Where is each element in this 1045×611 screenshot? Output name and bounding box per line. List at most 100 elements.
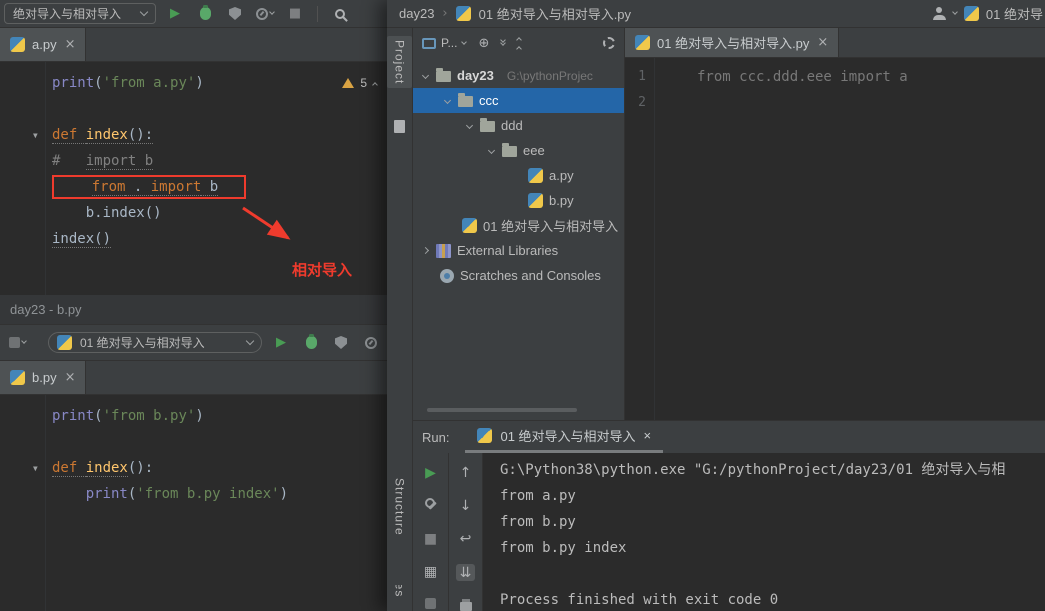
tree-row[interactable]: ccc bbox=[413, 88, 624, 113]
tab-b-py[interactable]: b.py × bbox=[0, 361, 87, 394]
run-config-label[interactable]: 01 绝对导 bbox=[986, 4, 1043, 23]
tree-row[interactable]: day23 G:\pythonProjec bbox=[413, 63, 624, 88]
code-line: from ccc.ddd.eee import a bbox=[697, 69, 908, 85]
chevron-right-icon[interactable] bbox=[421, 246, 430, 255]
run-config-select-2[interactable]: 01 绝对导入与相对导入 bbox=[48, 332, 262, 353]
close-tab-icon[interactable]: × bbox=[65, 37, 76, 52]
console-toolbar: ↑ ↓ ↩ ⇊ bbox=[449, 453, 483, 611]
tree-row[interactable]: a.py bbox=[413, 163, 624, 188]
run-panel-header: Run: 01 绝对导入与相对导入 × bbox=[413, 421, 1045, 453]
inspections-widget[interactable]: 5 bbox=[342, 70, 378, 96]
debug-button[interactable] bbox=[300, 332, 322, 354]
chevron-down-icon[interactable] bbox=[421, 71, 430, 80]
rerun-button[interactable]: ▶ bbox=[425, 465, 436, 480]
run-tab[interactable]: 01 绝对导入与相对导入 × bbox=[465, 421, 664, 453]
tool-window-project-button[interactable]: Project bbox=[387, 36, 412, 89]
editor-tab-bar: 01 绝对导入与相对导入.py × bbox=[625, 28, 1045, 58]
soft-wrap-button[interactable]: ↩ bbox=[460, 531, 472, 546]
up-stacktrace-button[interactable]: ↑ bbox=[460, 465, 472, 480]
horizontal-scrollbar[interactable] bbox=[427, 408, 590, 412]
fold-marker: ▾ bbox=[31, 128, 39, 142]
project-strip-label: Project bbox=[392, 40, 407, 85]
chevron-down-icon[interactable] bbox=[952, 9, 958, 15]
user-icon[interactable] bbox=[932, 7, 946, 20]
python-file-icon bbox=[635, 35, 650, 50]
editor-area: 01 绝对导入与相对导入.py × 12 from ccc.ddd.eee im… bbox=[625, 28, 1045, 420]
stop-icon: ■ bbox=[423, 531, 438, 547]
window-title: day23 - b.py bbox=[0, 295, 389, 325]
chevron-down-icon[interactable] bbox=[465, 121, 474, 130]
profiler-button[interactable] bbox=[254, 3, 276, 25]
code-area[interactable]: print('from b.py') def index(): print('fr… bbox=[46, 395, 389, 611]
code-line: from . import b bbox=[52, 174, 389, 200]
chevron-down-icon bbox=[245, 336, 255, 346]
editor-gutter[interactable]: ▾ bbox=[0, 395, 46, 611]
code-area[interactable]: from ccc.ddd.eee import a bbox=[655, 58, 1045, 420]
locate-file-button[interactable]: ⊕ bbox=[478, 37, 489, 50]
fold-marker bbox=[0, 148, 39, 174]
chevron-down-icon[interactable] bbox=[487, 146, 496, 155]
print-button[interactable] bbox=[459, 599, 472, 611]
tree-row[interactable]: b.py bbox=[413, 188, 624, 213]
tree-row[interactable]: External Libraries bbox=[413, 238, 624, 263]
close-tab-icon[interactable]: × bbox=[644, 428, 652, 443]
tree-row[interactable]: eee bbox=[413, 138, 624, 163]
python-file-icon bbox=[477, 428, 493, 443]
coverage-button[interactable] bbox=[224, 3, 246, 25]
favorites-strip-label: Favorites bbox=[393, 585, 407, 611]
folder-icon bbox=[458, 93, 473, 107]
run-button[interactable]: ▶ bbox=[164, 3, 186, 25]
breadcrumb-file[interactable]: 01 绝对导入与相对导入.py bbox=[479, 4, 631, 23]
stop-icon: ■ bbox=[288, 6, 302, 21]
breadcrumb-project[interactable]: day23 bbox=[399, 6, 434, 21]
run-config-select[interactable]: 绝对导入与相对导入 bbox=[4, 3, 156, 24]
close-tab-icon[interactable]: × bbox=[817, 35, 828, 50]
run-controls-toolbar: ▶ ■ ▦ bbox=[413, 453, 449, 611]
tree-row[interactable]: Scratches and Consoles bbox=[413, 263, 624, 288]
tab-main-file[interactable]: 01 绝对导入与相对导入.py × bbox=[625, 28, 840, 57]
editor-a-py[interactable]: ▾ print('from a.py') def index(): # impor… bbox=[0, 62, 389, 295]
tree-row[interactable]: 01 绝对导入与相对导入 bbox=[413, 213, 624, 238]
down-stacktrace-button[interactable]: ↓ bbox=[460, 498, 472, 513]
scroll-to-end-button[interactable]: ⇊ bbox=[455, 564, 476, 581]
coverage-button[interactable] bbox=[330, 332, 352, 354]
project-tree[interactable]: day23 G:\pythonProjec ccc ddd eee a.py b.py 01 … bbox=[413, 58, 624, 420]
profiler-button[interactable] bbox=[360, 332, 382, 354]
run-button[interactable]: ▶ bbox=[270, 332, 292, 354]
search-button[interactable] bbox=[329, 3, 351, 25]
debug-button[interactable] bbox=[194, 3, 216, 25]
tree-item-label: day23 bbox=[457, 68, 494, 83]
modify-run-button[interactable] bbox=[425, 498, 437, 513]
up-arrow-icon: ↑ bbox=[459, 465, 472, 481]
collapse-all-button[interactable] bbox=[516, 35, 523, 52]
commit-tool-icon[interactable] bbox=[394, 120, 405, 133]
editor-gutter[interactable]: ▾ bbox=[0, 62, 46, 295]
scrollbar-thumb[interactable] bbox=[427, 408, 577, 412]
tree-item-label: a.py bbox=[549, 168, 574, 183]
close-tab-icon[interactable]: × bbox=[65, 370, 76, 385]
expand-all-button[interactable] bbox=[500, 37, 507, 46]
editor-b-py[interactable]: ▾ print('from b.py') def index(): print('… bbox=[0, 395, 389, 611]
tool-window-structure-button[interactable]: Structure bbox=[387, 478, 412, 536]
fold-marker bbox=[0, 481, 39, 507]
stop-button[interactable]: ■ bbox=[284, 3, 306, 25]
console-output[interactable]: G:\Python38\python.exe "G:/pythonProject… bbox=[483, 453, 1045, 611]
pin-tab-button[interactable] bbox=[425, 597, 436, 611]
tree-row[interactable]: ddd bbox=[413, 113, 624, 138]
chevron-down-icon[interactable] bbox=[443, 96, 452, 105]
code-line: print('from b.py index') bbox=[85, 486, 289, 502]
console-line: from b.py index bbox=[500, 540, 627, 556]
tool-menu-button[interactable] bbox=[6, 332, 28, 354]
tool-window-favorites-button[interactable]: Favorites bbox=[387, 585, 412, 611]
project-view-select[interactable]: P... bbox=[422, 36, 468, 50]
restore-layout-button[interactable]: ▦ bbox=[424, 564, 437, 579]
editor-main[interactable]: 12 from ccc.ddd.eee import a bbox=[625, 58, 1045, 420]
stop-button[interactable]: ■ bbox=[424, 531, 437, 546]
settings-button[interactable] bbox=[603, 37, 615, 49]
collapse-all-icon bbox=[516, 35, 523, 52]
tab-a-py[interactable]: a.py × bbox=[0, 28, 87, 61]
chevron-up-icon[interactable] bbox=[372, 81, 378, 88]
coverage-shield-icon bbox=[335, 336, 347, 349]
